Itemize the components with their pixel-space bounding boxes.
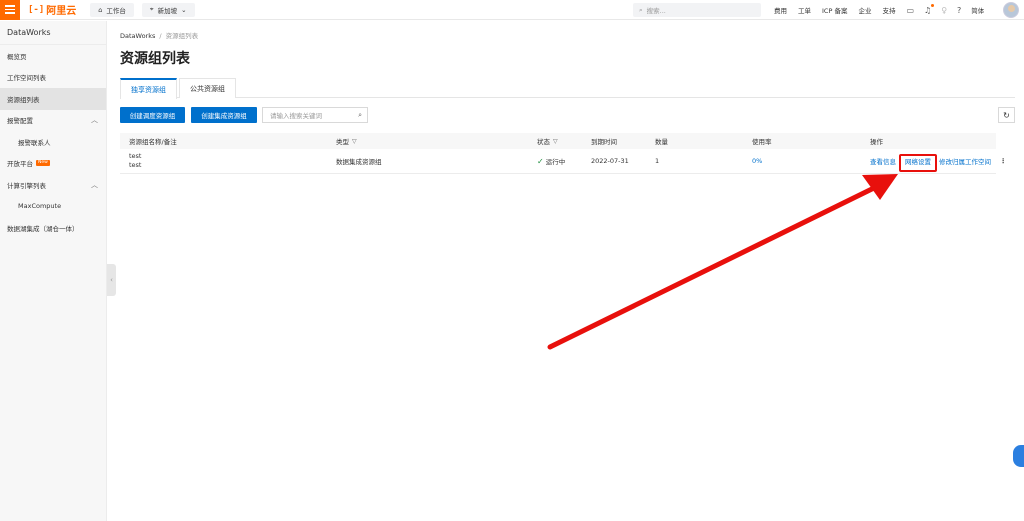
floating-help-button[interactable] <box>1013 445 1024 467</box>
annotation-arrow <box>547 174 898 350</box>
